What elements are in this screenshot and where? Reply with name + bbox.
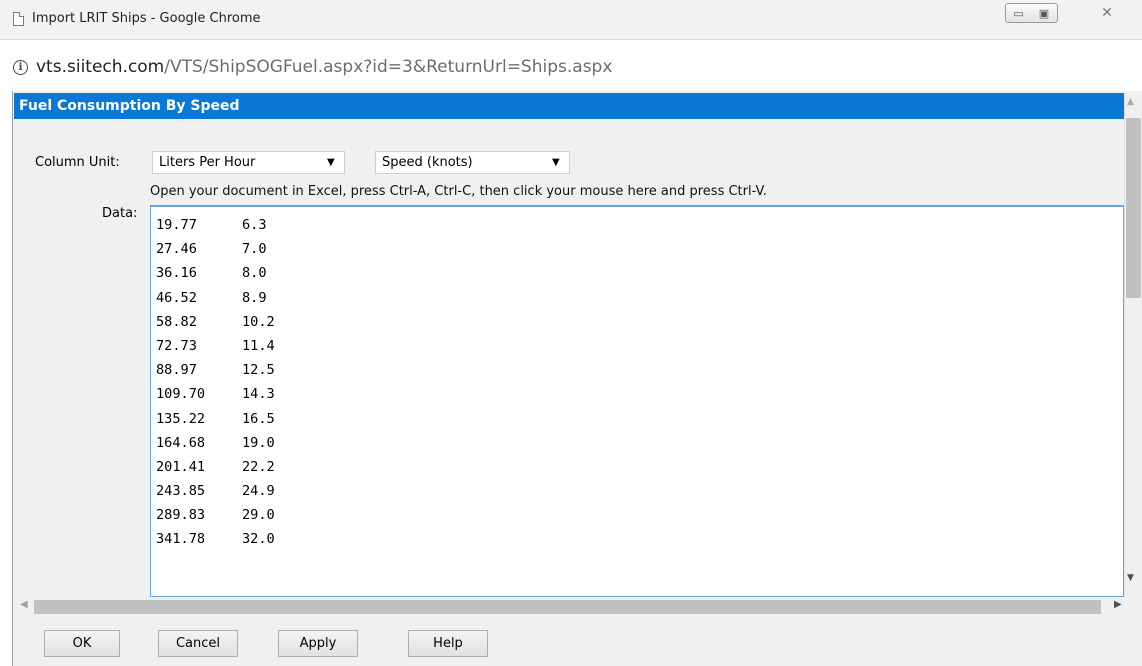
fuel-value: 341.78 [156,531,206,548]
column-unit-value: Liters Per Hour [159,155,256,170]
data-row: 27.46 7.0 [156,237,1123,261]
scroll-right-icon[interactable]: ▶ [1114,599,1122,610]
url-path: /VTS/ShipSOGFuel.aspx?id=3&ReturnUrl=Shi… [164,57,613,77]
data-row: 243.85 24.9 [156,479,1123,503]
speed-value: 10.2 [242,313,275,330]
info-icon[interactable]: i [13,60,28,75]
apply-button[interactable]: Apply [278,630,358,657]
data-row: 46.52 8.9 [156,286,1123,310]
speed-unit-select[interactable]: Speed (knots) ▼ [375,151,570,174]
speed-value: 19.0 [242,434,275,451]
scroll-up-icon[interactable]: ▲ [1127,97,1134,107]
data-row: 109.70 14.3 [156,382,1123,406]
paste-instructions: Open your document in Excel, press Ctrl-… [150,184,767,199]
data-row: 164.68 19.0 [156,431,1123,455]
fuel-value: 27.46 [156,241,197,258]
speed-value: 14.3 [242,386,275,403]
fuel-value: 88.97 [156,362,197,379]
scroll-left-icon[interactable]: ◀ [20,599,28,610]
fuel-value: 201.41 [156,458,206,475]
speed-value: 29.0 [242,507,275,524]
data-row: 289.83 29.0 [156,503,1123,527]
speed-value: 8.0 [242,265,267,282]
data-textarea[interactable]: 19.77 6.3 27.46 7.0 36.16 8.0 46.52 8.9 58.82 10.… [150,205,1124,597]
dropdown-arrow-icon: ▼ [327,157,335,168]
speed-value: 7.0 [242,241,267,258]
speed-value: 8.9 [242,289,267,306]
data-row: 19.77 6.3 [156,213,1123,237]
speed-value: 6.3 [242,217,267,233]
fuel-value: 109.70 [156,386,206,403]
fuel-value: 243.85 [156,483,206,500]
data-row: 72.73 11.4 [156,334,1123,358]
speed-value: 16.5 [242,410,275,427]
fuel-value: 72.73 [156,337,197,354]
speed-value: 11.4 [242,337,275,354]
speed-value: 24.9 [242,483,275,500]
data-row: 58.82 10.2 [156,310,1123,334]
column-unit-label: Column Unit: [35,155,120,170]
data-row: 36.16 8.0 [156,261,1123,285]
fuel-value: 164.68 [156,434,206,451]
url-host: vts.siitech.com [36,57,165,77]
cancel-button[interactable]: Cancel [158,630,238,657]
close-button[interactable]: ✕ [1084,3,1130,23]
fuel-value: 58.82 [156,313,197,330]
maximize-button[interactable]: ▣ [1031,3,1058,23]
fuel-value: 135.22 [156,410,206,427]
speed-value: 32.0 [242,531,275,548]
fuel-value: 19.77 [156,217,197,233]
fuel-value: 46.52 [156,289,197,306]
help-button[interactable]: Help [408,630,488,657]
speed-value: 22.2 [242,458,275,475]
speed-unit-value: Speed (knots) [382,155,473,170]
vertical-scroll-thumb[interactable] [1126,118,1141,298]
data-row: 341.78 32.0 [156,527,1123,551]
page-icon [13,12,24,26]
panel-title: Fuel Consumption By Speed [14,93,1124,119]
fuel-value: 289.83 [156,507,206,524]
window-title: Import LRIT Ships - Google Chrome [32,11,261,26]
dropdown-arrow-icon: ▼ [552,157,560,168]
column-unit-select[interactable]: Liters Per Hour ▼ [152,151,345,174]
fuel-value: 36.16 [156,265,197,282]
data-label: Data: [102,206,138,221]
horizontal-scroll-thumb[interactable] [34,600,1101,614]
scroll-down-icon[interactable]: ▼ [1127,573,1134,583]
minimize-button[interactable]: ▭ [1005,3,1032,23]
data-row: 201.41 22.2 [156,455,1123,479]
speed-value: 12.5 [242,362,275,379]
url-text[interactable]: vts.siitech.com/VTS/ShipSOGFuel.aspx?id=… [36,57,612,77]
ok-button[interactable]: OK [44,630,120,657]
data-row: 135.22 16.5 [156,407,1123,431]
data-row: 88.97 12.5 [156,358,1123,382]
